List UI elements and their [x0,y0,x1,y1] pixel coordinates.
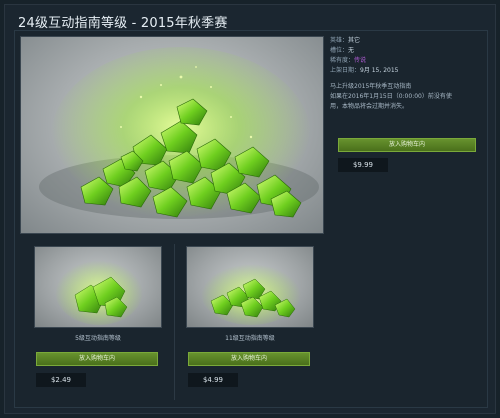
page-title: 24级互动指南等级 - 2015年秋季赛 [18,16,228,31]
price-level5: $2.49 [36,373,86,387]
gem-small-graphic [55,257,143,325]
rarity-value: 传说 [354,57,367,64]
hero-row: 英雄：其它 [330,37,361,44]
slot-row: 槽位：无 [330,47,355,54]
main-add-to-cart-button[interactable]: 放入购物车内 [338,138,476,152]
price-level11: $4.99 [188,373,238,387]
item-caption-level5: 5级互动指南等级 [75,335,121,342]
add-to-cart-button-level11[interactable]: 放入购物车内 [188,352,310,366]
item-description: 马上升级2015年秋季互动指南 如果在2016年1月15日（0:00:00）前没… [330,83,452,110]
add-to-cart-button-level5[interactable]: 放入购物车内 [36,352,158,366]
rarity-row: 稀有度：传说 [330,57,367,64]
gem-pile-graphic [39,47,319,227]
divider [174,244,175,400]
item-caption-level11: 11级互动指南等级 [225,335,275,342]
item-image-level11 [186,246,314,328]
item-info: 英雄：其它 槽位：无 稀有度：传说 上架日期：9月 15, 2015 [330,36,398,76]
main-price: $9.99 [338,158,388,172]
main-item-image [20,36,324,234]
item-image-level5 [34,246,162,328]
release-date-row: 上架日期：9月 15, 2015 [330,67,399,74]
gem-medium-graphic [201,261,301,325]
